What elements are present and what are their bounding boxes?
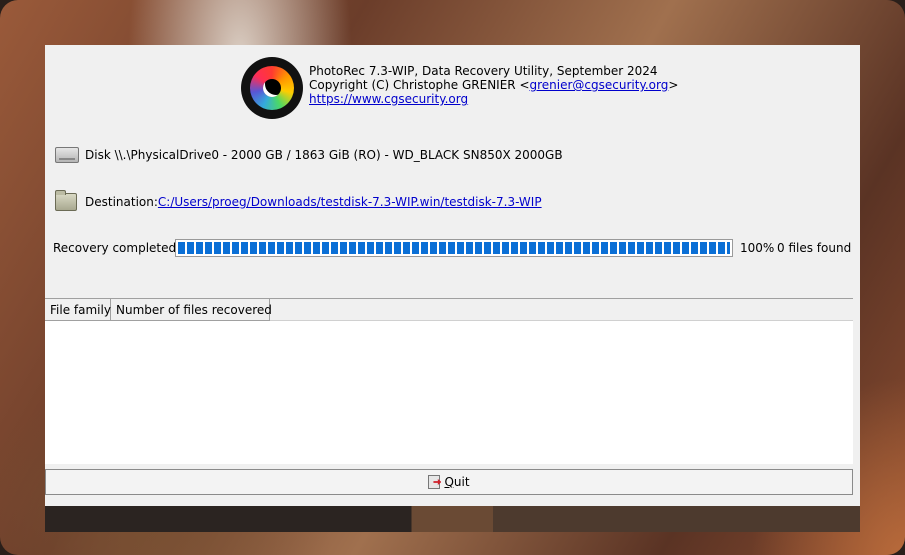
progress-percent: 100% bbox=[740, 241, 775, 255]
quit-button-label: Quit bbox=[444, 475, 470, 489]
destination-label: Destination: bbox=[85, 195, 158, 209]
destination-row: Destination: C:/Users/proeg/Downloads/te… bbox=[55, 190, 542, 211]
table-header-filler bbox=[270, 299, 853, 321]
website-link[interactable]: https://www.cgsecurity.org bbox=[309, 92, 468, 106]
disk-label: Disk \\.\PhysicalDrive0 - 2000 GB / 1863… bbox=[85, 148, 563, 162]
column-header-file-family[interactable]: File family bbox=[45, 299, 111, 321]
column-header-files-recovered[interactable]: Number of files recovered bbox=[111, 299, 272, 321]
progress-status-label: Recovery completed bbox=[53, 241, 177, 255]
author-email-link[interactable]: grenier@cgsecurity.org bbox=[530, 78, 669, 92]
files-found-count: 0 files found bbox=[777, 241, 852, 255]
recovery-progress-row: Recovery completed 100% 0 files found bbox=[53, 239, 853, 259]
recovery-progress-bar bbox=[175, 239, 733, 257]
photorec-eye-logo-icon bbox=[241, 57, 303, 119]
app-title-line: PhotoRec 7.3-WIP, Data Recovery Utility,… bbox=[309, 64, 658, 78]
folder-icon bbox=[55, 190, 77, 211]
progress-bar-fill bbox=[178, 242, 730, 254]
exit-icon bbox=[428, 475, 441, 489]
app-header: PhotoRec 7.3-WIP, Data Recovery Utility,… bbox=[309, 64, 678, 106]
background-window-strip bbox=[45, 506, 860, 532]
recovered-files-table: File family Number of files recovered bbox=[45, 298, 853, 464]
table-header: File family Number of files recovered bbox=[45, 299, 853, 321]
disk-info-row: Disk \\.\PhysicalDrive0 - 2000 GB / 1863… bbox=[55, 147, 563, 163]
quit-button[interactable]: Quit bbox=[45, 469, 853, 495]
hard-disk-icon bbox=[55, 147, 79, 163]
destination-path-link[interactable]: C:/Users/proeg/Downloads/testdisk-7.3-WI… bbox=[158, 195, 542, 209]
photorec-window: PhotoRec 7.3-WIP, Data Recovery Utility,… bbox=[45, 45, 860, 506]
copyright-line: Copyright (C) Christophe GRENIER <grenie… bbox=[309, 78, 679, 92]
